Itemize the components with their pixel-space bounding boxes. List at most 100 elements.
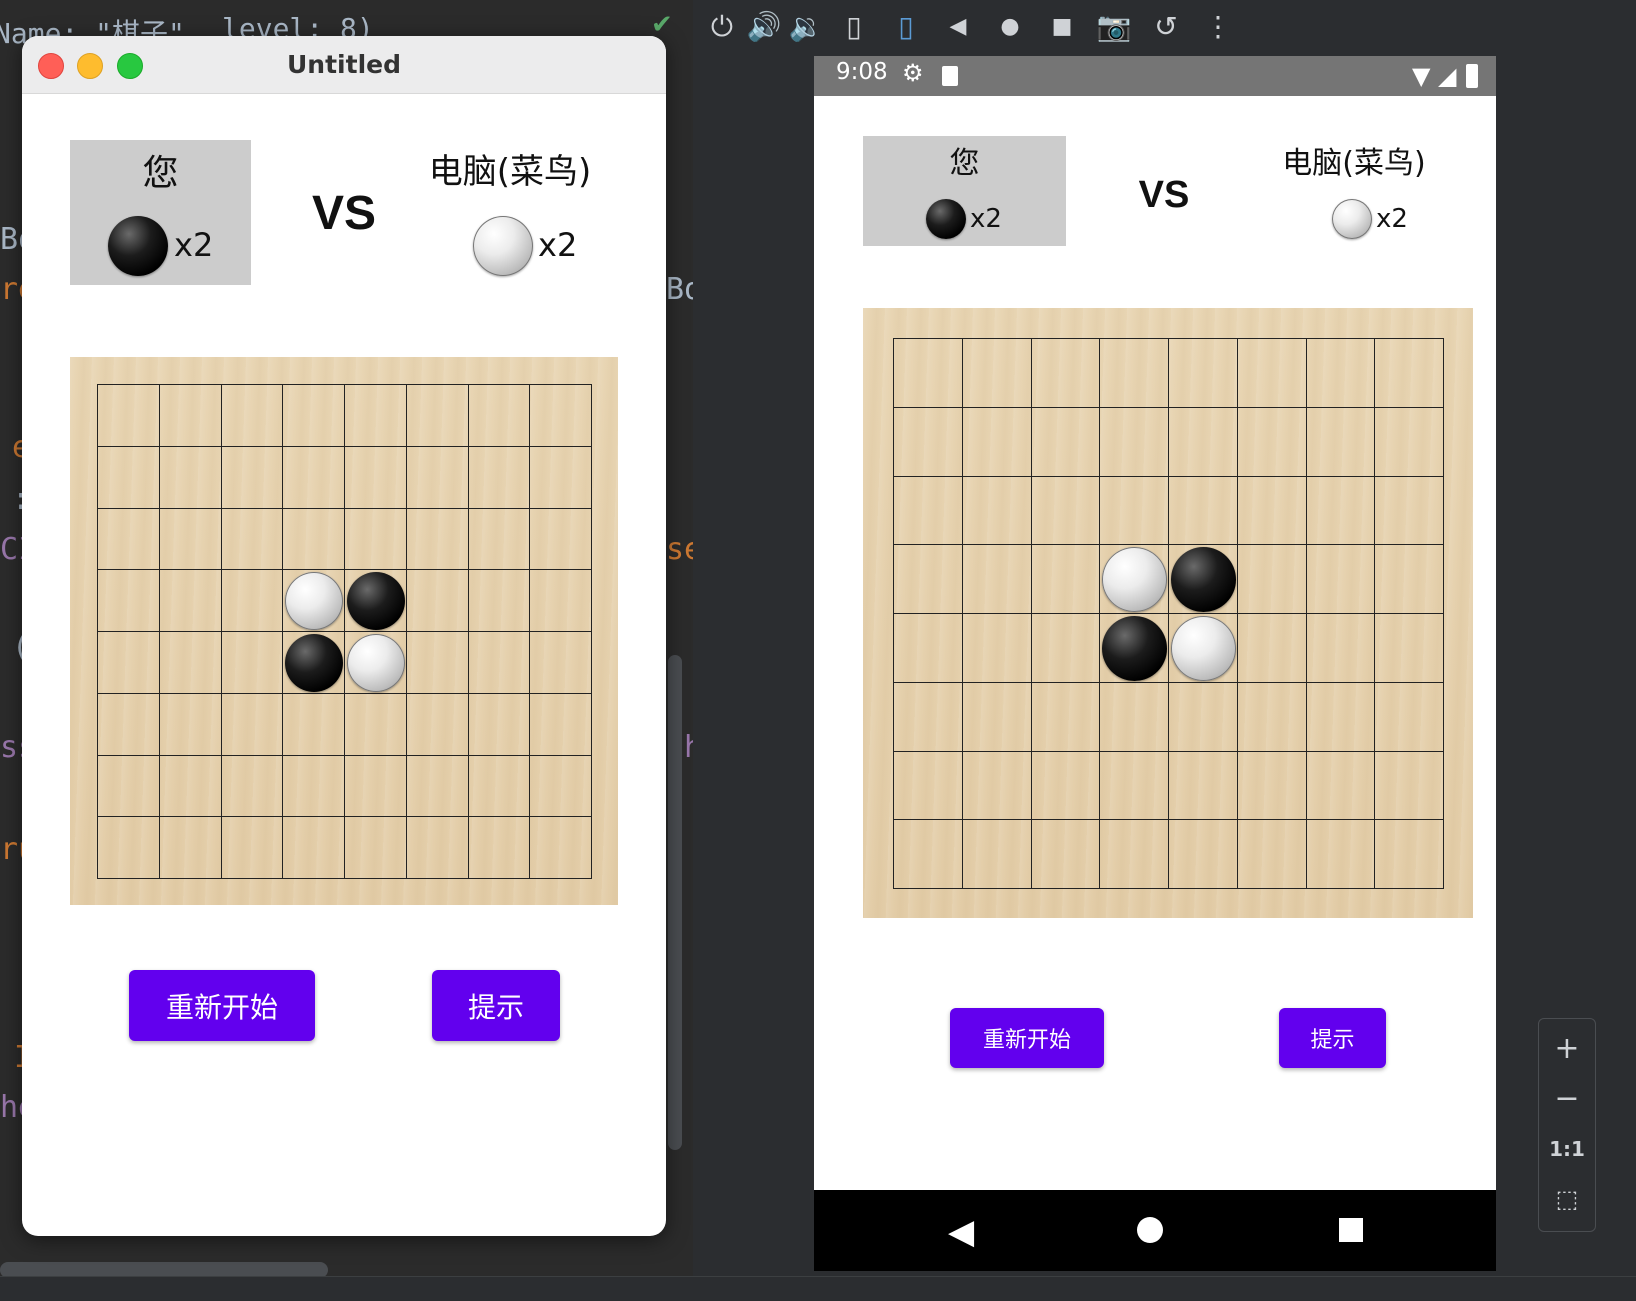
board-cell[interactable] <box>158 569 222 632</box>
board-cell[interactable] <box>97 631 160 694</box>
board-cell[interactable] <box>97 692 160 756</box>
volume-up-icon[interactable]: 🔊 <box>745 8 783 46</box>
board-cell[interactable] <box>467 816 531 879</box>
rotate-left-icon[interactable]: ▯ <box>835 8 873 46</box>
board-cell[interactable] <box>1030 406 1101 477</box>
board-cell[interactable] <box>961 544 1032 614</box>
board-cell[interactable] <box>1236 475 1307 546</box>
board-cell[interactable] <box>97 445 160 509</box>
board-cell[interactable] <box>893 750 963 821</box>
hint-button[interactable]: 提示 <box>1279 1008 1386 1068</box>
board-cell[interactable] <box>405 507 469 571</box>
board-cell[interactable] <box>405 692 469 756</box>
board-cell[interactable] <box>1374 544 1444 614</box>
board-cell[interactable] <box>158 816 222 879</box>
board-cell[interactable] <box>467 569 531 632</box>
board-cell[interactable] <box>344 384 407 447</box>
board-cell[interactable] <box>893 475 963 546</box>
board-cell[interactable] <box>97 754 160 818</box>
board-cell[interactable] <box>1168 750 1238 821</box>
board-cell[interactable] <box>529 631 592 694</box>
back-icon[interactable]: ◀ <box>948 1212 974 1252</box>
board-cell[interactable] <box>893 819 963 889</box>
board-cell[interactable] <box>405 569 469 632</box>
home-icon[interactable] <box>1137 1217 1163 1243</box>
board-cell[interactable] <box>893 406 963 477</box>
board-cell[interactable] <box>1030 338 1101 408</box>
board-cell[interactable] <box>282 816 345 879</box>
board-cell[interactable] <box>529 507 592 571</box>
board-cell[interactable] <box>344 445 407 509</box>
board-cell[interactable] <box>893 338 963 408</box>
zoom-out-button[interactable]: − <box>1539 1075 1595 1123</box>
board-cell[interactable] <box>467 384 531 447</box>
board-cell[interactable] <box>961 475 1032 546</box>
volume-down-icon[interactable]: 🔉 <box>787 8 825 46</box>
board-cell[interactable] <box>1374 475 1444 546</box>
board-cell[interactable] <box>405 445 469 509</box>
board-cell[interactable] <box>529 816 592 879</box>
board-cell[interactable] <box>1236 681 1307 752</box>
board-cell[interactable] <box>220 816 284 879</box>
board-cell[interactable] <box>529 692 592 756</box>
board-cell[interactable] <box>1168 681 1238 752</box>
board-cell[interactable] <box>1168 475 1238 546</box>
board-cell[interactable] <box>1374 406 1444 477</box>
board-cell[interactable] <box>220 692 284 756</box>
board-cell[interactable] <box>220 507 284 571</box>
board-cell[interactable] <box>1030 819 1101 889</box>
board-cell[interactable] <box>344 692 407 756</box>
board-cell[interactable] <box>1305 338 1376 408</box>
rotate-right-icon[interactable]: ▯ <box>887 8 925 46</box>
board-cell[interactable] <box>893 544 963 614</box>
camera-icon[interactable]: 📷 <box>1095 8 1133 46</box>
board-cell[interactable] <box>97 569 160 632</box>
board-cell[interactable] <box>405 384 469 447</box>
overview-icon[interactable] <box>1339 1218 1363 1242</box>
board-cell[interactable] <box>1236 338 1307 408</box>
board-cell[interactable] <box>529 445 592 509</box>
board-cell[interactable] <box>467 692 531 756</box>
overview-icon[interactable]: ■ <box>1043 8 1081 46</box>
hint-button[interactable]: 提示 <box>432 970 560 1041</box>
board-cell[interactable] <box>1305 544 1376 614</box>
board-cell[interactable] <box>1236 613 1307 683</box>
board-cell[interactable] <box>282 445 345 509</box>
board-cell[interactable] <box>467 631 531 694</box>
board-cell[interactable] <box>1099 475 1169 546</box>
board-cell[interactable] <box>961 750 1032 821</box>
board-cell[interactable] <box>1099 406 1169 477</box>
board-cell[interactable] <box>467 445 531 509</box>
board-cell[interactable] <box>1305 613 1376 683</box>
board-cell[interactable] <box>1374 681 1444 752</box>
board-cell[interactable] <box>97 384 160 447</box>
board-cell[interactable] <box>220 445 284 509</box>
board-cell[interactable] <box>893 681 963 752</box>
restart-button[interactable]: 重新开始 <box>950 1008 1104 1068</box>
board-cell[interactable] <box>405 631 469 694</box>
board-cell[interactable] <box>529 569 592 632</box>
board-cell[interactable] <box>1305 681 1376 752</box>
game-board[interactable] <box>70 357 618 905</box>
board-cell[interactable] <box>893 613 963 683</box>
board-cell[interactable] <box>961 613 1032 683</box>
board-cell[interactable] <box>467 754 531 818</box>
board-cell[interactable] <box>1305 475 1376 546</box>
board-cell[interactable] <box>158 631 222 694</box>
board-cell[interactable] <box>220 754 284 818</box>
board-cell[interactable] <box>158 754 222 818</box>
board-cell[interactable] <box>529 384 592 447</box>
board-cell[interactable] <box>220 569 284 632</box>
board-cell[interactable] <box>1305 406 1376 477</box>
board-cell[interactable] <box>1374 750 1444 821</box>
back-icon[interactable]: ◀ <box>939 8 977 46</box>
board-cell[interactable] <box>1305 819 1376 889</box>
game-board[interactable] <box>863 308 1473 918</box>
board-cell[interactable] <box>282 507 345 571</box>
board-cell[interactable] <box>1374 613 1444 683</box>
board-cell[interactable] <box>405 816 469 879</box>
board-cell[interactable] <box>1305 750 1376 821</box>
board-cell[interactable] <box>1030 544 1101 614</box>
board-cell[interactable] <box>1099 750 1169 821</box>
board-cell[interactable] <box>282 384 345 447</box>
